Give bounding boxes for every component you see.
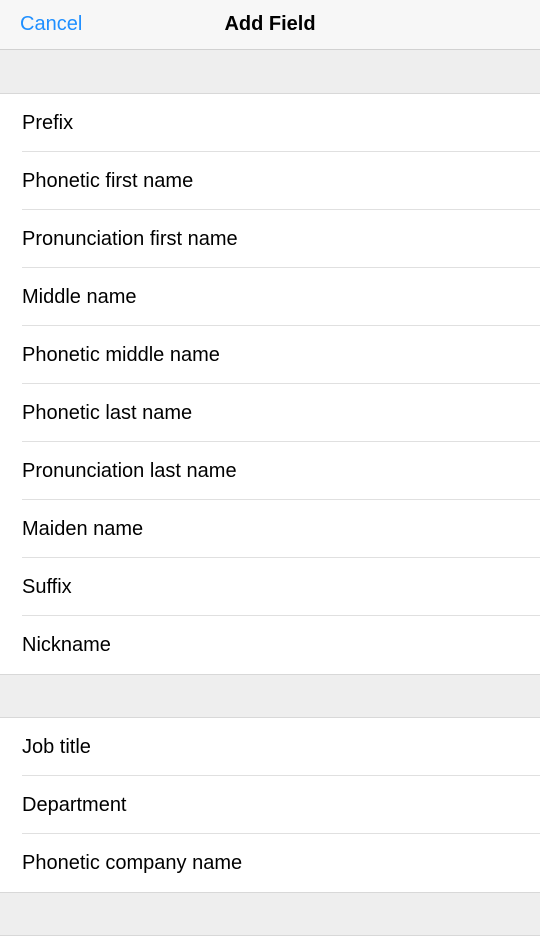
- list-item[interactable]: Phonetic first name: [0, 152, 540, 210]
- list-item[interactable]: Pronunciation last name: [0, 442, 540, 500]
- list-item-label: Phonetic first name: [22, 170, 193, 193]
- list-item[interactable]: Prefix: [0, 94, 540, 152]
- page-title: Add Field: [224, 13, 315, 36]
- section-gap: [0, 892, 540, 936]
- navbar: Cancel Add Field: [0, 0, 540, 50]
- list-item[interactable]: Nickname: [0, 616, 540, 674]
- list-item-label: Maiden name: [22, 518, 143, 541]
- list-item[interactable]: Phonetic middle name: [0, 326, 540, 384]
- list-item-label: Job title: [22, 736, 91, 759]
- list-item[interactable]: Middle name: [0, 268, 540, 326]
- list-item-label: Pronunciation last name: [22, 460, 237, 483]
- list-item[interactable]: Suffix: [0, 558, 540, 616]
- cancel-button[interactable]: Cancel: [20, 13, 82, 36]
- list-item-label: Phonetic middle name: [22, 344, 220, 367]
- list-item-label: Department: [22, 794, 127, 817]
- list-item[interactable]: Phonetic last name: [0, 384, 540, 442]
- list-item-label: Phonetic last name: [22, 402, 192, 425]
- field-list-names: Prefix Phonetic first name Pronunciation…: [0, 94, 540, 674]
- list-item-label: Phonetic company name: [22, 852, 242, 875]
- section-gap: [0, 674, 540, 718]
- list-item[interactable]: Job title: [0, 718, 540, 776]
- list-item[interactable]: Pronunciation first name: [0, 210, 540, 268]
- list-item-label: Pronunciation first name: [22, 228, 238, 251]
- list-item-label: Middle name: [22, 286, 137, 309]
- section-gap: [0, 50, 540, 94]
- list-item-label: Nickname: [22, 634, 111, 657]
- list-item-label: Prefix: [22, 112, 73, 135]
- list-item-label: Suffix: [22, 576, 72, 599]
- list-item[interactable]: Maiden name: [0, 500, 540, 558]
- field-list-work: Job title Department Phonetic company na…: [0, 718, 540, 892]
- list-item[interactable]: Phonetic company name: [0, 834, 540, 892]
- list-item[interactable]: Department: [0, 776, 540, 834]
